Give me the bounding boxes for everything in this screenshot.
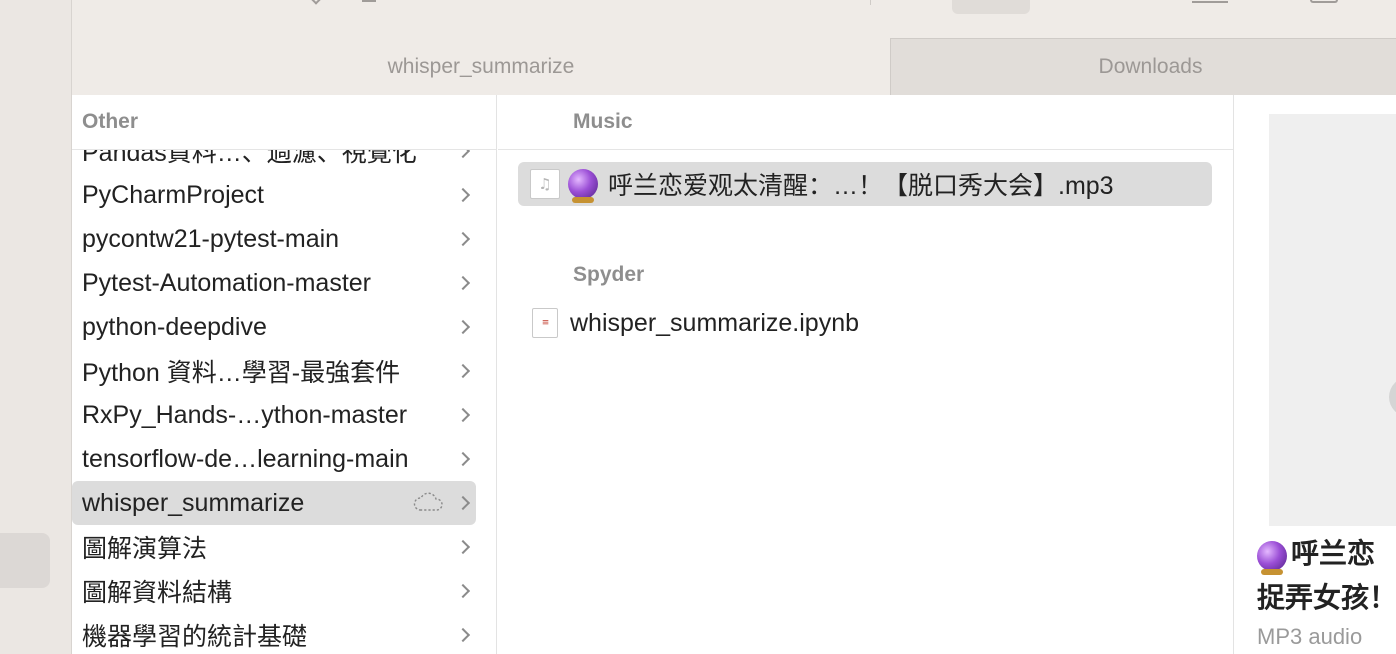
chevron-right-icon	[455, 319, 471, 335]
folder-label: python-deepdive	[82, 312, 267, 341]
toolbar-divider	[870, 0, 871, 5]
folder-item[interactable]: Pytest-Automation-master	[72, 261, 476, 305]
sidebar-selected-item[interactable]	[0, 533, 50, 588]
folder-item-whisper-summarize[interactable]: whisper_summarize	[72, 481, 476, 525]
forward-icon[interactable]	[362, 0, 376, 2]
folder-list: Pandas資料…、過濾、視覺化 PyCharmProject pycontw2…	[72, 129, 496, 654]
folder-label: tensorflow-de…learning-main	[82, 444, 409, 473]
preview-thumbnail	[1269, 114, 1396, 526]
crystal-ball-emoji	[568, 169, 598, 203]
folder-item[interactable]: 機器學習的統計基礎	[72, 613, 476, 654]
chevron-right-icon	[455, 539, 471, 555]
chevron-right-icon	[455, 187, 471, 203]
preview-title-line1: 呼兰恋	[1291, 538, 1376, 569]
folder-item[interactable]: tensorflow-de…learning-main	[72, 437, 476, 481]
crystal-ball-emoji	[1257, 540, 1287, 575]
tab-bar: whisper_summarize Downloads	[72, 38, 1396, 95]
chevron-right-icon	[455, 583, 471, 599]
folder-item[interactable]: pycontw21-pytest-main	[72, 217, 476, 261]
chevron-right-icon	[455, 451, 471, 467]
toolbar	[72, 0, 1396, 38]
folder-column: Other Pandas資料…、過濾、視覺化 PyCharmProject py…	[72, 95, 497, 654]
view-mode-button[interactable]	[952, 0, 1030, 14]
folder-label: 圖解資料結構	[82, 579, 233, 607]
preview-column: 呼兰恋 捉弄女孩！ MP3 audio	[1235, 95, 1396, 654]
folder-label: whisper_summarize	[82, 488, 305, 517]
music-file-name: 呼兰恋爱观太清醒：…！【脱口秀大会】.mp3	[608, 172, 1114, 200]
group-label-spyder: Spyder	[573, 263, 645, 286]
notebook-file-icon: ≡	[532, 308, 558, 338]
notebook-file-name: whisper_summarize.ipynb	[570, 308, 860, 337]
folder-label: Pytest-Automation-master	[82, 268, 371, 297]
chevron-right-icon	[455, 231, 471, 247]
chevron-right-icon	[455, 627, 471, 643]
file-column: Music ♫ 呼兰恋爱观太清醒：…！【脱口秀大会】.mp3 Spyder ≡ …	[498, 95, 1234, 654]
music-file-icon: ♫	[530, 169, 560, 199]
column-header-other: Other	[72, 95, 496, 150]
folder-label: 圖解演算法	[82, 535, 208, 563]
folder-item[interactable]: 圖解資料結構	[72, 569, 476, 613]
folder-item[interactable]: RxPy_Hands-…ython-master	[72, 393, 476, 437]
share-icon[interactable]	[1310, 0, 1338, 3]
folder-item[interactable]: 圖解演算法	[72, 525, 476, 569]
chevron-right-icon	[455, 407, 471, 423]
group-icon[interactable]	[1192, 0, 1228, 3]
folder-label: Python 資料…學習-最強套件	[82, 359, 401, 387]
chevron-right-icon	[455, 275, 471, 291]
folder-label: 機器學習的統計基礎	[82, 623, 308, 651]
folder-label: RxPy_Hands-…ython-master	[82, 400, 408, 429]
folder-label: PyCharmProject	[82, 180, 264, 209]
music-file-row[interactable]: ♫ 呼兰恋爱观太清醒：…！【脱口秀大会】.mp3	[518, 162, 1212, 206]
column-browser: Other Pandas資料…、過濾、視覺化 PyCharmProject py…	[72, 95, 1396, 654]
column-header-music: Music	[498, 95, 1233, 150]
preview-title-line2: 捉弄女孩！	[1257, 582, 1396, 613]
preview-kind: MP3 audio	[1257, 624, 1363, 649]
folder-label: pycontw21-pytest-main	[82, 224, 340, 253]
chevron-right-icon	[455, 495, 471, 511]
preview-title: 呼兰恋 捉弄女孩！	[1257, 532, 1396, 620]
chevron-right-icon	[455, 363, 471, 379]
folder-item[interactable]: PyCharmProject	[72, 173, 476, 217]
tab-downloads[interactable]: Downloads	[890, 38, 1396, 95]
tab-whisper-summarize[interactable]: whisper_summarize	[72, 38, 890, 95]
folder-item[interactable]: python-deepdive	[72, 305, 476, 349]
back-icon[interactable]	[310, 0, 322, 5]
play-button[interactable]	[1389, 377, 1396, 417]
folder-item[interactable]: Python 資料…學習-最強套件	[72, 349, 476, 393]
notebook-file-row[interactable]: ≡ whisper_summarize.ipynb	[532, 301, 1226, 345]
sidebar-edge	[0, 0, 72, 654]
cloud-download-icon[interactable]	[412, 491, 444, 513]
